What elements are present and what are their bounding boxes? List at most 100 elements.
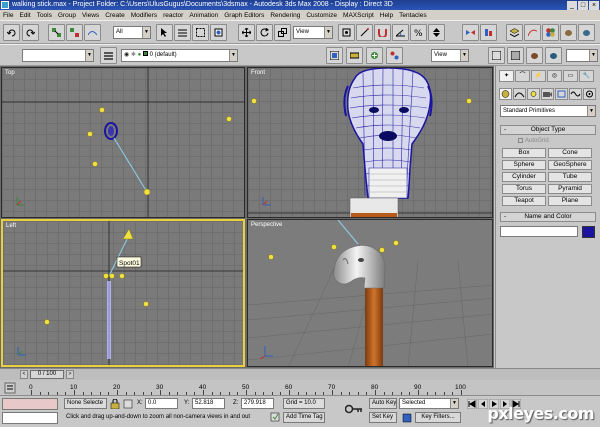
named-selection-dropdown[interactable]: View ▼ bbox=[431, 49, 469, 62]
menu-modifiers[interactable]: Modifiers bbox=[131, 12, 157, 19]
close-button[interactable]: × bbox=[589, 0, 599, 10]
hierarchy-tab[interactable]: ⚡ bbox=[531, 70, 546, 82]
y-coordinate-input[interactable]: 52.818 bbox=[192, 398, 225, 409]
spot-light-label[interactable]: Spot01 bbox=[119, 260, 140, 267]
cone-button[interactable]: Cone bbox=[548, 148, 592, 158]
menu-tentacles[interactable]: Tentacles bbox=[399, 12, 426, 19]
percent-snap-button[interactable]: % bbox=[410, 24, 427, 41]
time-slider-thumb[interactable]: 0 / 100 bbox=[30, 370, 64, 379]
motion-tab[interactable]: ◎ bbox=[547, 70, 562, 82]
viewport-top[interactable]: Top bbox=[1, 67, 245, 218]
prev-frame-arrow[interactable]: < bbox=[20, 370, 28, 379]
maxscript-input[interactable] bbox=[2, 412, 58, 424]
object-type-rollout-header[interactable]: - Object Type bbox=[500, 125, 596, 135]
time-slider[interactable]: < 0 / 100 > bbox=[0, 368, 600, 380]
primitive-type-dropdown[interactable]: Standard Primitives ▼ bbox=[500, 105, 596, 117]
menu-graph-editors[interactable]: Graph Editors bbox=[224, 12, 264, 19]
sphere-button[interactable]: Sphere bbox=[502, 160, 546, 170]
z-coordinate-input[interactable]: 279.918 bbox=[241, 398, 274, 409]
x-coordinate-input[interactable]: 0.0 bbox=[145, 398, 178, 409]
menu-maxscript[interactable]: MAXScript bbox=[343, 12, 374, 19]
track-bar-toggle-icon[interactable] bbox=[4, 381, 16, 395]
shapes-category-button[interactable] bbox=[513, 88, 526, 100]
set-key-button[interactable]: Set Key bbox=[369, 412, 397, 423]
active-shade-button[interactable] bbox=[526, 47, 543, 64]
menu-edit[interactable]: Edit bbox=[19, 12, 30, 19]
menu-create[interactable]: Create bbox=[105, 12, 125, 19]
window-crossing-button[interactable] bbox=[210, 24, 227, 41]
render-type-button[interactable] bbox=[488, 47, 505, 64]
select-link-button[interactable] bbox=[48, 24, 65, 41]
torus-button[interactable]: Torus bbox=[502, 184, 546, 194]
lock-selection-icon[interactable] bbox=[110, 399, 120, 409]
redo-button[interactable] bbox=[22, 24, 39, 41]
time-tag-icon[interactable] bbox=[270, 412, 280, 422]
create-layer-button[interactable] bbox=[366, 47, 383, 64]
systems-category-button[interactable] bbox=[583, 88, 596, 100]
create-tab[interactable]: ✦ bbox=[499, 70, 514, 82]
cylinder-button[interactable]: Cylinder bbox=[502, 172, 546, 182]
render-preset-dropdown[interactable]: ▼ bbox=[566, 49, 598, 62]
mirror-button[interactable] bbox=[462, 24, 479, 41]
auto-key-button[interactable]: Auto Key bbox=[369, 398, 397, 409]
layer-button[interactable] bbox=[100, 47, 117, 64]
plane-button[interactable]: Plane bbox=[548, 196, 592, 206]
menu-file[interactable]: File bbox=[3, 12, 13, 19]
move-button[interactable] bbox=[238, 24, 255, 41]
tube-button[interactable]: Tube bbox=[548, 172, 592, 182]
app-icon[interactable] bbox=[1, 1, 9, 9]
angle-snap-button[interactable] bbox=[392, 24, 409, 41]
select-by-name-button[interactable] bbox=[174, 24, 191, 41]
scale-button[interactable] bbox=[274, 24, 291, 41]
object-color-swatch[interactable] bbox=[582, 226, 595, 238]
material-editor-button[interactable] bbox=[542, 24, 559, 41]
rotate-button[interactable] bbox=[256, 24, 273, 41]
box-button[interactable]: Box bbox=[502, 148, 546, 158]
teapot-render-icon[interactable]: ● bbox=[138, 52, 142, 58]
viewport-left[interactable]: Left Spot01 bbox=[1, 219, 245, 367]
go-to-start-icon[interactable] bbox=[467, 399, 477, 409]
bind-space-warp-button[interactable] bbox=[84, 24, 101, 41]
display-tab[interactable]: ▭ bbox=[563, 70, 578, 82]
curve-editor-button[interactable] bbox=[524, 24, 541, 41]
eye-icon[interactable]: ◉ bbox=[124, 52, 129, 58]
select-objects-in-layer-button[interactable] bbox=[326, 47, 343, 64]
reference-coordinate-dropdown[interactable]: View ▼ bbox=[293, 26, 333, 39]
render-scene-button[interactable] bbox=[560, 24, 577, 41]
region-select-button[interactable] bbox=[192, 24, 209, 41]
viewport-front[interactable]: Front bbox=[247, 67, 493, 218]
lights-category-button[interactable] bbox=[527, 88, 540, 100]
maxscript-listener[interactable] bbox=[2, 398, 58, 410]
render-frame-button[interactable] bbox=[507, 47, 524, 64]
snap-toggle-button[interactable] bbox=[374, 24, 391, 41]
menu-animation[interactable]: Animation bbox=[189, 12, 218, 19]
named-selection-set-dropdown[interactable]: ▼ bbox=[22, 49, 94, 62]
auto-key-mode-dropdown[interactable]: Selected ▼ bbox=[399, 398, 459, 409]
object-name-input[interactable] bbox=[500, 226, 578, 237]
align-button[interactable] bbox=[480, 24, 497, 41]
track-bar[interactable]: 0 10 20 30 40 50 60 70 80 90 100 bbox=[0, 380, 600, 396]
key-icon[interactable] bbox=[345, 403, 363, 415]
autogrid-checkbox[interactable]: AutoGrid bbox=[518, 138, 549, 144]
minimize-button[interactable]: _ bbox=[567, 0, 577, 10]
geometry-category-button[interactable] bbox=[499, 88, 512, 100]
helpers-category-button[interactable] bbox=[555, 88, 568, 100]
select-object-button[interactable] bbox=[156, 24, 173, 41]
select-and-manipulate-button[interactable] bbox=[356, 24, 373, 41]
quick-render-button[interactable] bbox=[578, 24, 595, 41]
geosphere-button[interactable]: GeoSphere bbox=[548, 160, 592, 170]
selection-filter-dropdown[interactable]: All ▼ bbox=[113, 26, 151, 39]
maximize-button[interactable]: □ bbox=[578, 0, 588, 10]
cameras-category-button[interactable] bbox=[541, 88, 554, 100]
space-warps-category-button[interactable] bbox=[569, 88, 582, 100]
menu-group[interactable]: Group bbox=[58, 12, 76, 19]
key-filters-button[interactable]: Key Filters... bbox=[415, 412, 461, 423]
name-color-rollout-header[interactable]: - Name and Color bbox=[500, 212, 596, 222]
layer-dropdown[interactable]: ◉ ✱ ● 0 (default) ▼ bbox=[121, 49, 238, 62]
pivot-center-button[interactable] bbox=[338, 24, 355, 41]
freeze-icon[interactable]: ✱ bbox=[131, 52, 136, 58]
add-time-tag-button[interactable]: Add Time Tag bbox=[283, 412, 325, 423]
viewport-perspective[interactable]: Perspective bbox=[247, 219, 493, 367]
set-current-layer-button[interactable] bbox=[346, 47, 363, 64]
absolute-mode-icon[interactable] bbox=[123, 399, 133, 409]
